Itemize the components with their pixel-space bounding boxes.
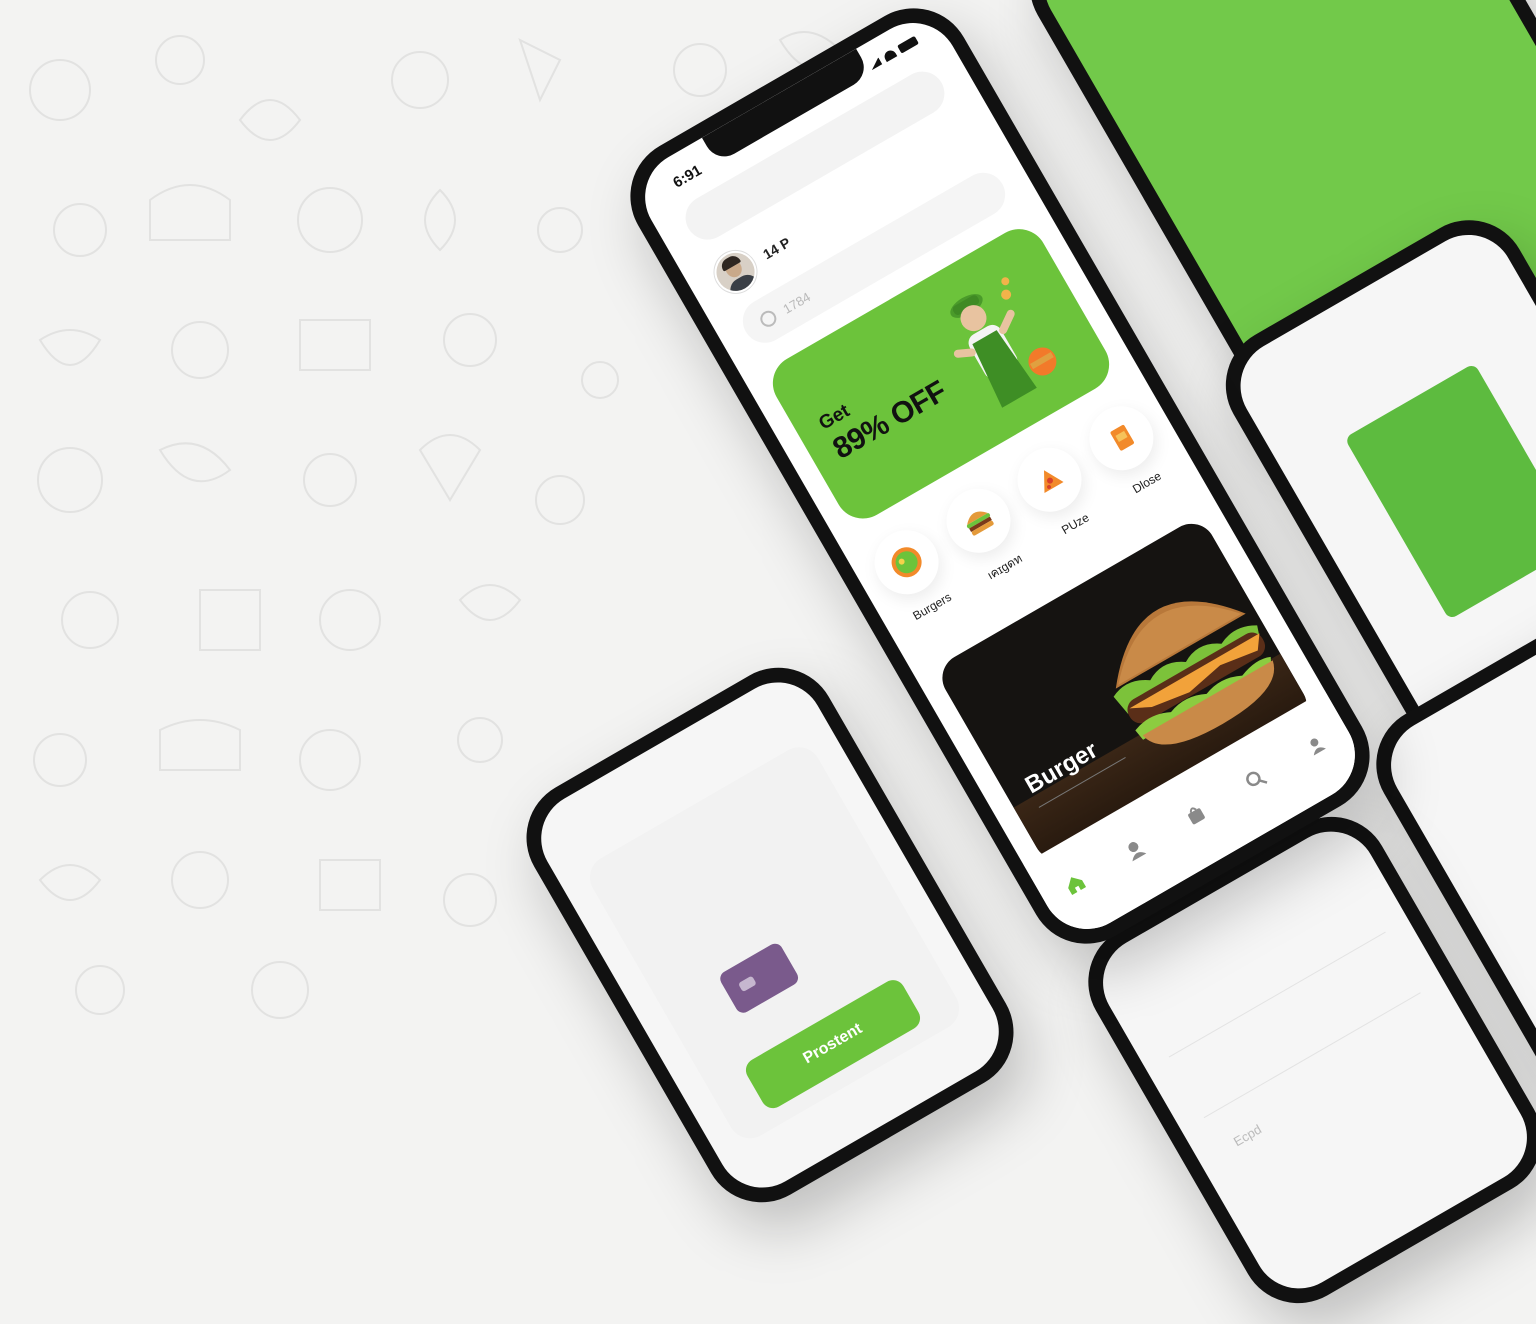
pizza-icon: [1006, 435, 1094, 524]
home-icon[interactable]: [1060, 869, 1090, 899]
divider: [1168, 931, 1386, 1058]
burger-icon: [934, 477, 1022, 565]
category-label: Burgers: [910, 589, 954, 623]
divider: [1203, 992, 1421, 1119]
wifi-icon: [882, 48, 898, 63]
category-label: PUze: [1059, 510, 1092, 538]
profile-icon[interactable]: [1120, 834, 1150, 864]
search-icon: [757, 307, 780, 330]
salad-icon: [862, 518, 951, 606]
input-placeholder: Ecpd: [1230, 1121, 1265, 1150]
status-time: 6:91: [670, 161, 705, 192]
status-icons: [868, 35, 919, 71]
search-placeholder: 1784: [780, 288, 813, 317]
credit-card-icon: [717, 940, 801, 1016]
category-label: Dlose: [1130, 468, 1164, 497]
account-icon[interactable]: [1301, 730, 1331, 760]
avatar[interactable]: [706, 243, 765, 301]
user-name: 14 P: [760, 234, 794, 263]
category-label: ıคɪgดท: [984, 551, 1025, 583]
bag-icon[interactable]: [1180, 800, 1210, 830]
green-card: [1344, 363, 1536, 620]
drink-box-icon: [1077, 394, 1166, 482]
battery-icon: [897, 35, 919, 54]
search-icon[interactable]: [1241, 765, 1271, 795]
signal-icon: [868, 57, 882, 70]
